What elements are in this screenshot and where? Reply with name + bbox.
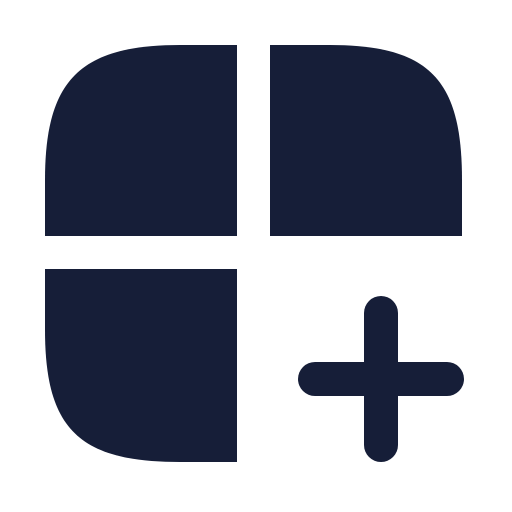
grid-tile-top-right [270,45,462,236]
grid-tile-top-left [45,45,237,236]
plus-icon [298,296,464,462]
grid-tile-bottom-left [45,269,237,462]
icon-canvas [0,0,512,512]
widget-add-icon [45,45,464,462]
